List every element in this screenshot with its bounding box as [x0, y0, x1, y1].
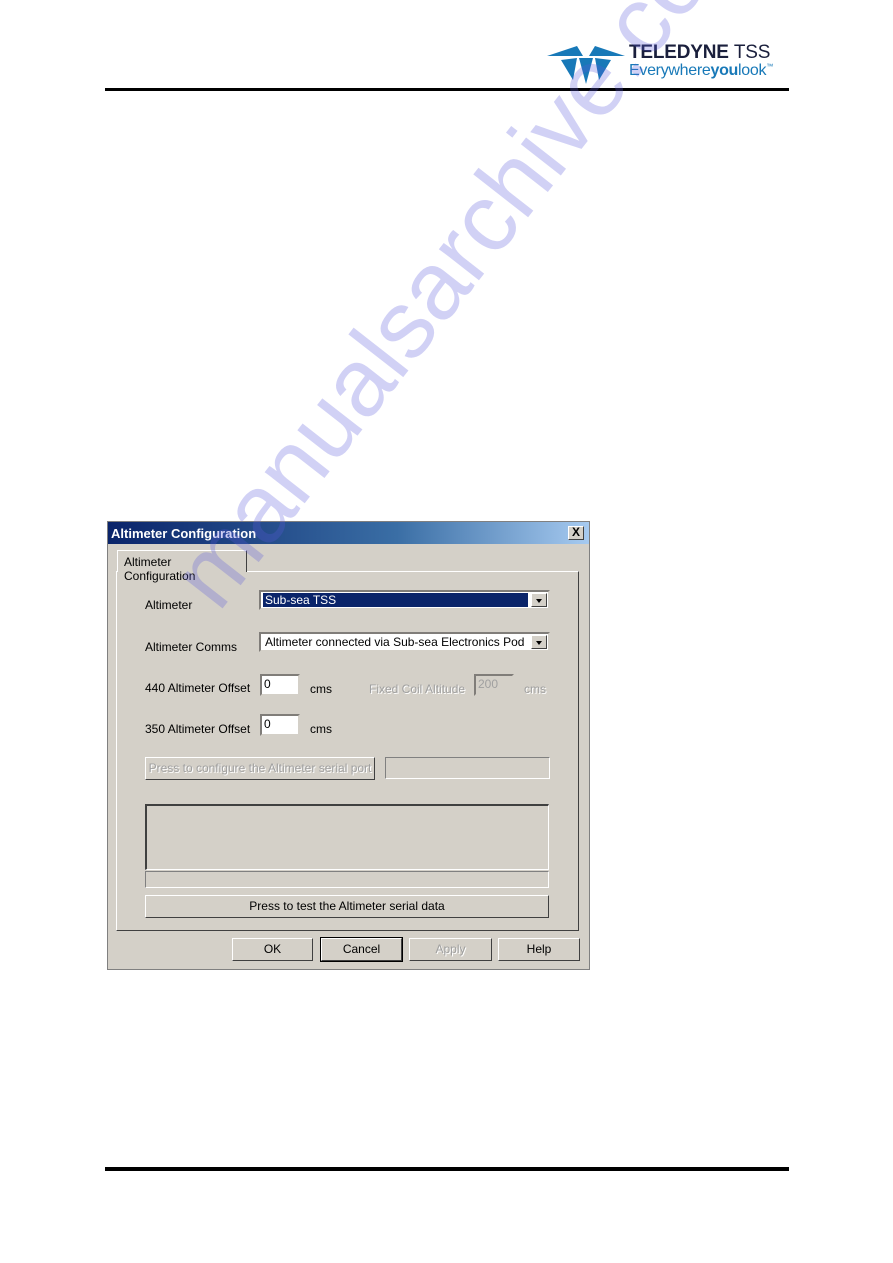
- serial-port-status: [385, 757, 550, 779]
- brand-name: TELEDYNE TSS: [629, 42, 771, 63]
- offset-440-input[interactable]: 0: [260, 674, 300, 696]
- serial-data-status: [145, 871, 549, 888]
- header-rule: [105, 88, 789, 91]
- teledyne-mark-icon: [547, 46, 625, 84]
- altimeter-comms-label: Altimeter Comms: [145, 640, 238, 654]
- offset-440-unit: cms: [310, 682, 332, 696]
- brand-tagline: Everywhereyoulook™: [629, 62, 773, 79]
- serial-data-output: [145, 804, 549, 870]
- teledyne-logo: TELEDYNE TSS Everywhereyoulook™: [547, 40, 787, 86]
- close-icon: X: [571, 525, 580, 539]
- fixed-coil-altitude-label: Fixed Coil Altitude: [369, 682, 466, 696]
- offset-350-input[interactable]: 0: [260, 714, 300, 736]
- cancel-button[interactable]: Cancel: [320, 937, 403, 962]
- test-serial-data-button[interactable]: Press to test the Altimeter serial data: [145, 895, 549, 918]
- ok-button[interactable]: OK: [232, 938, 313, 961]
- apply-button[interactable]: Apply: [409, 938, 492, 961]
- close-button[interactable]: X: [568, 526, 584, 540]
- chevron-down-icon[interactable]: [531, 593, 547, 607]
- tab-label: Altimeter Configuration: [124, 555, 196, 583]
- offset-350-unit: cms: [310, 722, 332, 736]
- tab-altimeter-configuration[interactable]: Altimeter Configuration: [117, 550, 247, 583]
- chevron-down-icon[interactable]: [531, 635, 547, 649]
- title-bar[interactable]: Altimeter Configuration X: [108, 522, 589, 544]
- altimeter-select[interactable]: Sub-sea TSS: [259, 590, 550, 610]
- dialog-title: Altimeter Configuration: [111, 526, 257, 541]
- altimeter-comms-value: Altimeter connected via Sub-sea Electron…: [265, 635, 525, 649]
- offset-440-label: 440 Altimeter Offset: [145, 681, 251, 695]
- footer-rule: [105, 1167, 789, 1171]
- altimeter-value: Sub-sea TSS: [263, 593, 528, 607]
- fixed-coil-altitude-input[interactable]: 200: [474, 674, 514, 696]
- configure-serial-port-button[interactable]: Press to configure the Altimeter serial …: [145, 757, 375, 780]
- fixed-coil-altitude-unit: cms: [524, 682, 546, 696]
- help-button[interactable]: Help: [498, 938, 580, 961]
- altimeter-comms-select[interactable]: Altimeter connected via Sub-sea Electron…: [259, 632, 550, 652]
- altimeter-configuration-dialog: Altimeter Configuration X Altimeter Conf…: [107, 521, 590, 970]
- altimeter-label: Altimeter: [145, 598, 193, 612]
- offset-350-label: 350 Altimeter Offset: [145, 722, 251, 736]
